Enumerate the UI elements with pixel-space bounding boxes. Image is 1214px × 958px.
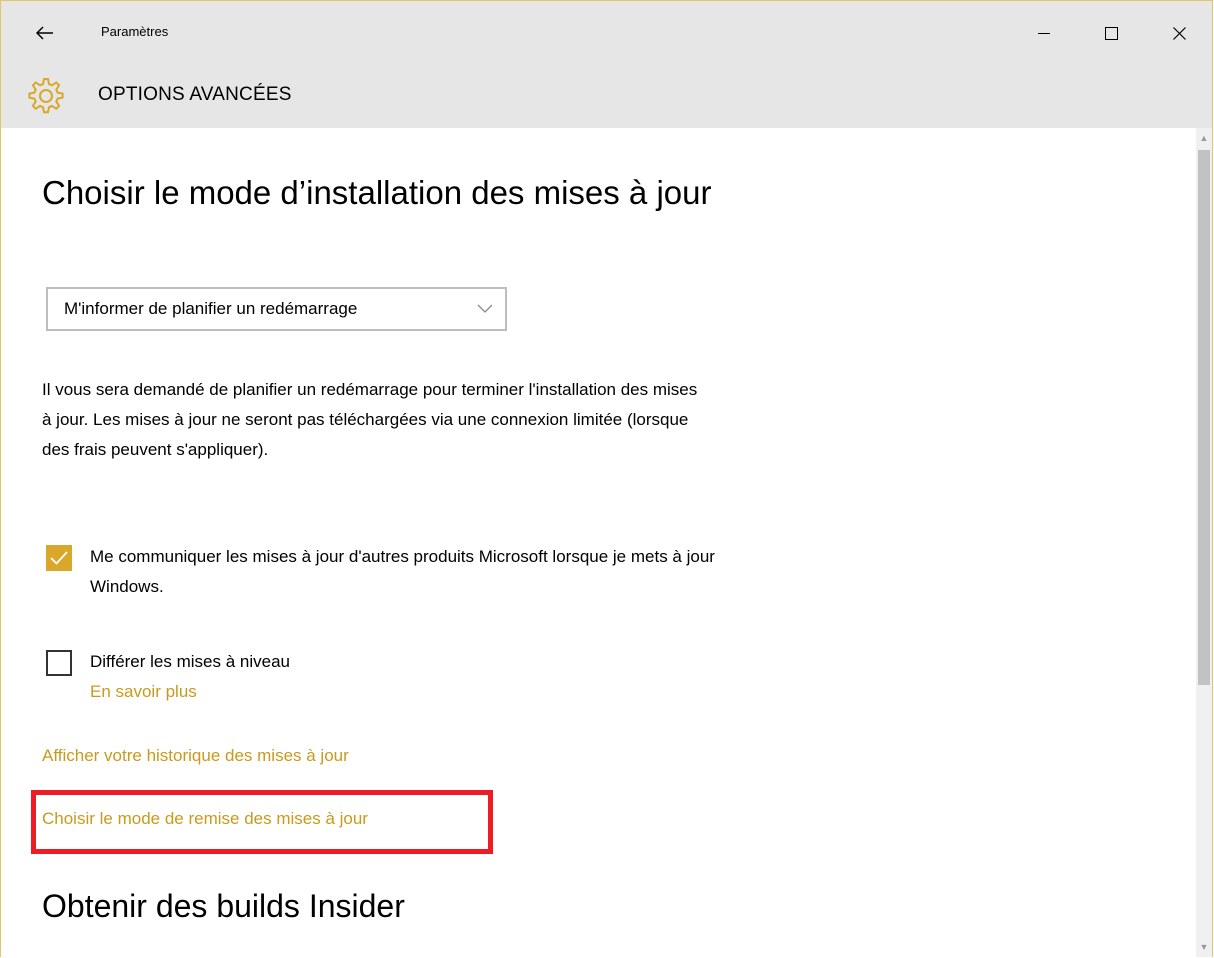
microsoft-updates-checkbox[interactable] — [46, 545, 72, 571]
scroll-down-arrow-icon[interactable]: ▼ — [1196, 939, 1212, 955]
chevron-down-icon — [465, 304, 505, 314]
gear-icon — [28, 78, 64, 114]
close-icon — [1172, 26, 1186, 40]
checkmark-icon — [50, 551, 68, 565]
vertical-scrollbar[interactable]: ▲ ▼ — [1196, 128, 1212, 957]
minimize-button[interactable] — [1021, 13, 1067, 53]
scrollbar-thumb[interactable] — [1198, 150, 1210, 685]
update-history-link[interactable]: Afficher votre historique des mises à jo… — [42, 746, 349, 766]
scroll-up-arrow-icon[interactable]: ▲ — [1196, 130, 1212, 146]
close-button[interactable] — [1156, 13, 1202, 53]
dropdown-selected-value: M'informer de planifier un redémarrage — [64, 299, 358, 318]
page-header: OPTIONS AVANCÉES — [1, 63, 1212, 128]
defer-upgrades-label: Différer les mises à niveau — [90, 652, 290, 671]
minimize-icon — [1038, 33, 1050, 34]
back-button[interactable] — [27, 15, 63, 51]
delivery-mode-link[interactable]: Choisir le mode de remise des mises à jo… — [42, 809, 368, 829]
app-title: Paramètres — [101, 24, 169, 39]
install-mode-dropdown[interactable]: M'informer de planifier un redémarrage — [46, 287, 507, 331]
settings-window: Paramètres OPTIONS AVANCÉES Choisir le m… — [0, 0, 1213, 957]
arrow-left-icon — [36, 26, 53, 40]
title-bar: Paramètres — [1, 1, 1212, 63]
maximize-icon — [1104, 26, 1118, 40]
maximize-button[interactable] — [1088, 13, 1134, 53]
microsoft-updates-label: Me communiquer les mises à jour d'autres… — [90, 547, 715, 596]
learn-more-link[interactable]: En savoir plus — [90, 682, 197, 702]
install-mode-description: Il vous sera demandé de planifier un red… — [42, 380, 698, 459]
section-title-install-mode: Choisir le mode d’installation des mises… — [42, 174, 712, 211]
section-title-insider: Obtenir des builds Insider — [42, 888, 405, 924]
page-title: OPTIONS AVANCÉES — [98, 84, 292, 105]
defer-upgrades-checkbox[interactable] — [46, 650, 72, 676]
